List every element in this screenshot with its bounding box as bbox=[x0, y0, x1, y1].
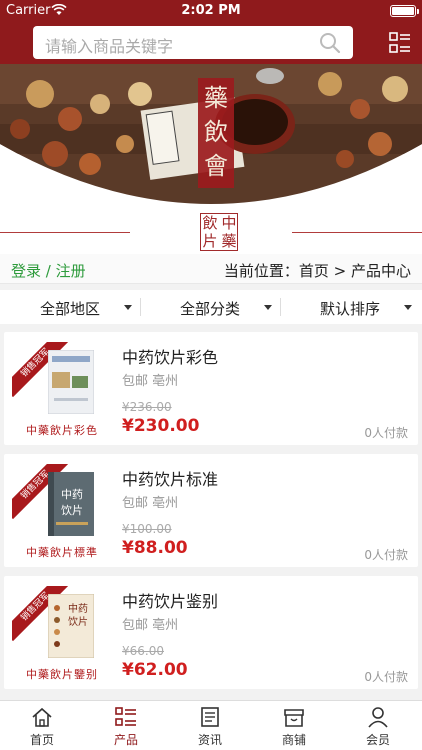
list-icon bbox=[115, 707, 136, 726]
grid-menu-icon[interactable] bbox=[389, 32, 411, 54]
logo-char: 片 bbox=[202, 232, 218, 250]
svg-text:饮片: 饮片 bbox=[61, 504, 83, 517]
status-bar: Carrier 2:02 PM bbox=[0, 0, 422, 22]
search-placeholder: 请输入商品关键字 bbox=[45, 37, 174, 56]
battery-icon bbox=[390, 5, 419, 17]
logo-char: 飲 bbox=[202, 214, 218, 232]
caret-down-icon bbox=[404, 305, 412, 310]
promo-banner[interactable]: 藥 飲 會 bbox=[0, 64, 422, 209]
filter-sort-dropdown[interactable]: 默认排序 bbox=[280, 290, 422, 324]
brand-logo-row: 中 藥 飲 片 bbox=[0, 209, 422, 254]
tab-news[interactable]: 资讯 bbox=[168, 701, 252, 750]
filter-divider bbox=[140, 298, 141, 316]
filter-label: 默认排序 bbox=[320, 300, 381, 318]
book-cover-image bbox=[48, 350, 94, 414]
tab-member[interactable]: 会员 bbox=[336, 701, 420, 750]
product-caption: 中藥飲片鑒别 bbox=[26, 668, 98, 681]
product-card[interactable]: 销售冠军 中藥飲片彩色 中药饮片彩色 包邮 亳州 ¥236.00 ¥230.00… bbox=[4, 332, 418, 445]
shipping-info: 包邮 亳州 bbox=[122, 618, 179, 633]
banner-seal-char-2: 飲 bbox=[204, 118, 228, 146]
news-icon bbox=[201, 707, 219, 727]
tab-label: 会员 bbox=[365, 733, 390, 747]
tab-label: 商铺 bbox=[281, 733, 306, 747]
user-icon bbox=[368, 707, 388, 728]
search-icon[interactable] bbox=[319, 32, 341, 54]
product-thumbnail: 销售冠军 中药 饮片 中藥飲片鑒别 bbox=[12, 586, 112, 684]
caret-down-icon bbox=[124, 305, 132, 310]
tab-shop[interactable]: 商铺 bbox=[252, 701, 336, 750]
bottom-tab-bar: 首页 产品 资讯 商铺 会员 bbox=[0, 700, 422, 750]
tab-label: 首页 bbox=[29, 733, 54, 747]
product-title[interactable]: 中药饮片标准 bbox=[122, 466, 218, 490]
logo-char: 藥 bbox=[221, 232, 237, 250]
book-cover-image: 中药 饮片 bbox=[48, 472, 94, 536]
product-card[interactable]: 销售冠军 中药 饮片 中藥飲片鑒别 中药饮片鉴别 包邮 亳州 ¥66.00 ¥6… bbox=[4, 576, 418, 689]
sale-price: ¥88.00 bbox=[122, 538, 188, 558]
original-price: ¥66.00 bbox=[122, 644, 164, 658]
product-thumbnail: 销售冠军 中药 饮片 中藥飲片標準 bbox=[12, 464, 112, 562]
divider-right bbox=[292, 232, 422, 233]
tab-home[interactable]: 首页 bbox=[0, 701, 84, 750]
shop-icon bbox=[284, 709, 304, 727]
banner-seal-char-3: 會 bbox=[204, 152, 228, 180]
breadcrumb: 登录 / 注册 当前位置：首页 > 产品中心 bbox=[0, 254, 422, 284]
product-caption: 中藥飲片彩色 bbox=[26, 424, 98, 437]
login-register-link[interactable]: 登录 / 注册 bbox=[11, 260, 86, 281]
tab-label: 资讯 bbox=[197, 733, 222, 747]
current-location: 当前位置：首页 > 产品中心 bbox=[223, 262, 411, 280]
product-card[interactable]: 销售冠军 中药 饮片 中藥飲片標準 中药饮片标准 包邮 亳州 ¥100.00 ¥… bbox=[4, 454, 418, 567]
divider-left bbox=[0, 232, 130, 233]
filter-divider bbox=[280, 298, 281, 316]
original-price: ¥100.00 bbox=[122, 522, 172, 536]
tab-label: 产品 bbox=[113, 733, 138, 747]
banner-image: 藥 飲 會 bbox=[0, 64, 422, 204]
brand-logo: 中 藥 飲 片 bbox=[200, 213, 238, 251]
tab-products[interactable]: 产品 bbox=[84, 701, 168, 750]
shipping-info: 包邮 亳州 bbox=[122, 374, 179, 389]
filter-bar: 全部地区 全部分类 默认排序 bbox=[0, 290, 422, 324]
product-title[interactable]: 中药饮片彩色 bbox=[122, 344, 218, 368]
sale-price: ¥62.00 bbox=[122, 660, 188, 680]
home-icon bbox=[32, 707, 52, 727]
product-thumbnail: 销售冠军 中藥飲片彩色 bbox=[12, 342, 112, 440]
app-header: Carrier 2:02 PM 请输入商品关键字 bbox=[0, 0, 422, 64]
filter-category-dropdown[interactable]: 全部分类 bbox=[140, 290, 280, 324]
svg-text:中药: 中药 bbox=[68, 602, 88, 615]
svg-text:饮片: 饮片 bbox=[68, 615, 88, 628]
product-caption: 中藥飲片標準 bbox=[26, 546, 98, 559]
filter-label: 全部分类 bbox=[180, 300, 241, 318]
filter-region-dropdown[interactable]: 全部地区 bbox=[0, 290, 140, 324]
filter-label: 全部地区 bbox=[40, 300, 101, 318]
payment-count: 0人付款 bbox=[364, 426, 408, 440]
svg-text:中药: 中药 bbox=[61, 488, 83, 501]
caret-down-icon bbox=[264, 305, 272, 310]
payment-count: 0人付款 bbox=[364, 548, 408, 562]
original-price: ¥236.00 bbox=[122, 400, 172, 414]
search-input[interactable]: 请输入商品关键字 bbox=[33, 26, 353, 59]
shipping-info: 包邮 亳州 bbox=[122, 496, 179, 511]
clock: 2:02 PM bbox=[181, 3, 241, 18]
product-title[interactable]: 中药饮片鉴别 bbox=[122, 588, 218, 612]
sale-price: ¥230.00 bbox=[122, 416, 200, 436]
book-cover-image: 中药 饮片 bbox=[48, 594, 94, 658]
logo-char: 中 bbox=[221, 214, 237, 232]
payment-count: 0人付款 bbox=[364, 670, 408, 684]
banner-seal-char-1: 藥 bbox=[204, 84, 228, 112]
